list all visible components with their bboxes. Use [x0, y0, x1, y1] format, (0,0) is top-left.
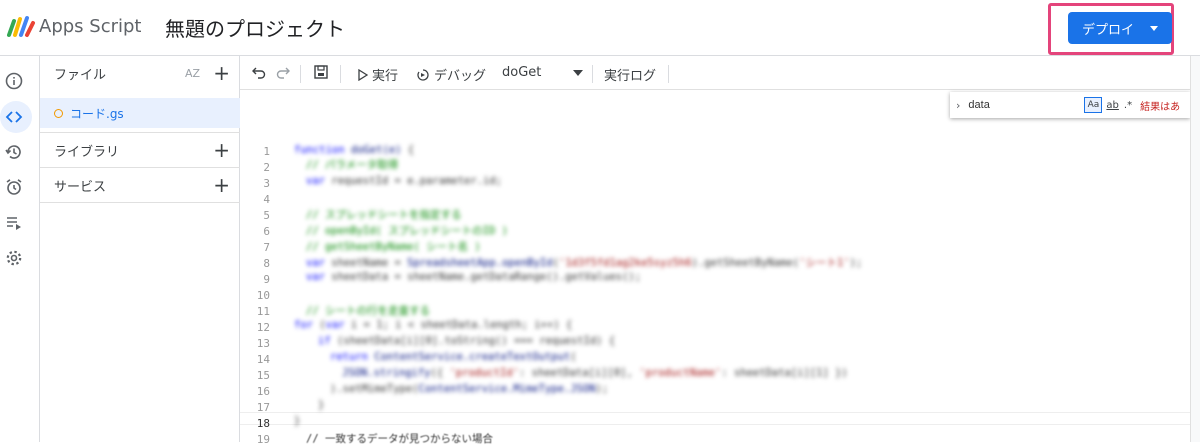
divider: [668, 65, 669, 83]
undo-icon[interactable]: [252, 65, 266, 79]
divider: [40, 202, 240, 203]
top-bar: Apps Script 無題のプロジェクト デプロイ: [0, 0, 1200, 56]
redo-icon[interactable]: [276, 65, 290, 79]
function-select[interactable]: doGet: [502, 65, 584, 80]
run-label: 実行: [372, 69, 399, 84]
chevron-down-icon: [1150, 26, 1158, 31]
line-number-gutter: 1 2 3 4 5 6 7 8 9 10 11 12 13 14 15 16 17 18 19: [240, 90, 290, 446]
code-editor[interactable]: 1 2 3 4 5 6 7 8 9 10 11 12 13 14 15 16 17 18 19 function d…: [240, 90, 1190, 446]
line-number: 12: [256, 321, 270, 334]
code-icon[interactable]: [0, 103, 28, 131]
add-library-icon[interactable]: +: [213, 140, 230, 160]
app-name: Apps Script: [39, 16, 142, 37]
play-icon: [358, 68, 368, 81]
line-number: 15: [256, 369, 270, 382]
sort-az-icon[interactable]: AZ: [185, 67, 200, 80]
files-header-label: ファイル: [54, 67, 107, 83]
line-number: 7: [263, 241, 270, 254]
line-number: 4: [263, 193, 270, 206]
line-number: 1: [263, 145, 270, 158]
line-number: 6: [263, 225, 270, 238]
unsaved-dot-icon: [54, 108, 63, 118]
debug-button[interactable]: デバッグ: [416, 65, 486, 84]
services-label: サービス: [54, 179, 107, 195]
line-number: 13: [256, 337, 270, 350]
settings-icon[interactable]: [0, 244, 28, 272]
line-number: 19: [256, 433, 270, 446]
debug-icon: [417, 68, 429, 81]
line-number: 14: [256, 353, 270, 366]
line-number: 5: [263, 209, 270, 222]
divider: [340, 65, 341, 83]
save-icon[interactable]: [314, 65, 328, 79]
file-name: コード.gs: [70, 106, 124, 121]
files-header: ファイル AZ +: [40, 56, 240, 90]
chevron-down-icon: [573, 69, 584, 76]
execution-log-button[interactable]: 実行ログ: [604, 65, 656, 84]
line-number: 3: [263, 177, 270, 190]
files-panel: ファイル AZ + コード.gs ライブラリ + サービス +: [40, 56, 240, 442]
debug-label: デバッグ: [434, 69, 487, 84]
execution-log-label: 実行ログ: [604, 69, 657, 84]
libraries-label: ライブラリ: [54, 144, 120, 160]
whole-word-toggle[interactable]: ab: [1106, 100, 1118, 111]
history-icon[interactable]: [0, 138, 28, 166]
line-number: 2: [263, 161, 270, 174]
match-case-toggle[interactable]: Aa: [1084, 97, 1103, 113]
services-section[interactable]: サービス +: [40, 168, 240, 202]
add-service-icon[interactable]: +: [213, 175, 230, 195]
deploy-label: デプロイ: [1082, 22, 1135, 38]
function-selected-value: doGet: [502, 65, 542, 80]
line-number: 17: [256, 401, 270, 414]
left-rail: [0, 56, 40, 442]
divider: [592, 65, 593, 83]
line-number: 10: [256, 289, 270, 302]
find-widget: › Aa ab .* 結果はあ: [950, 92, 1190, 118]
regex-toggle[interactable]: .*: [1124, 100, 1132, 111]
find-input[interactable]: [968, 95, 1079, 115]
run-button[interactable]: 実行: [358, 65, 398, 84]
code-content-blurred: function doGet(e) { // パラメータ取得 var reque…: [294, 144, 863, 427]
find-result-text: 結果はあ: [1140, 101, 1181, 113]
scrollbar[interactable]: [1190, 56, 1200, 442]
file-item[interactable]: コード.gs: [40, 98, 240, 128]
line-number: 18: [256, 417, 270, 430]
divider: [300, 65, 301, 83]
playlist-icon[interactable]: [0, 209, 28, 237]
libraries-section[interactable]: ライブラリ +: [40, 133, 240, 167]
editor-toolbar: 実行 デバッグ doGet 実行ログ: [240, 56, 1200, 90]
add-file-icon[interactable]: +: [213, 63, 230, 83]
line-number: 9: [263, 273, 270, 286]
line-number: 8: [263, 257, 270, 270]
deploy-button[interactable]: デプロイ: [1068, 12, 1172, 44]
visible-comment-line: // 一致するデータが見つからない場合: [306, 433, 493, 445]
alarm-icon[interactable]: [0, 173, 28, 201]
chevron-right-icon[interactable]: ›: [956, 99, 960, 112]
line-number: 11: [256, 305, 270, 318]
project-title[interactable]: 無題のプロジェクト: [165, 13, 345, 42]
info-icon[interactable]: [0, 67, 28, 95]
apps-script-logo-icon[interactable]: [6, 15, 36, 39]
line-number: 16: [256, 385, 270, 398]
